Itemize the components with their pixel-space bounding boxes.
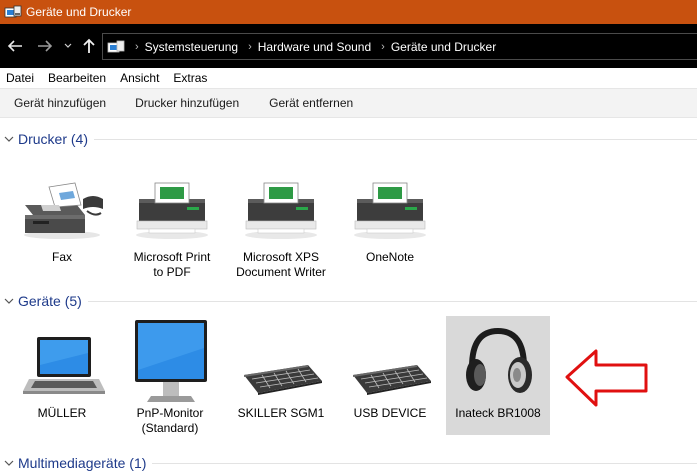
group-divider <box>152 462 697 464</box>
device-label: PnP-Monitor (Standard) <box>136 406 204 435</box>
navigation-bar: › Systemsteuerung › Hardware und Sound ›… <box>0 24 697 68</box>
address-bar[interactable]: › Systemsteuerung › Hardware und Sound ›… <box>102 33 697 60</box>
breadcrumb-separator-icon: › <box>248 40 252 53</box>
add-printer-button[interactable]: Drucker hinzufügen <box>135 96 239 110</box>
title-bar: Geräte und Drucker <box>0 0 697 24</box>
device-label: USB DEVICE <box>353 406 427 420</box>
breadcrumb-separator-icon: › <box>381 40 385 53</box>
printer-icon <box>120 162 224 250</box>
group-divider <box>94 138 697 140</box>
back-arrow-icon[interactable] <box>6 38 24 54</box>
device-onenote[interactable]: OneNote <box>338 162 442 265</box>
device-label: Microsoft Print to PDF <box>133 250 211 279</box>
printer-icon <box>338 162 442 250</box>
group-header-printers[interactable]: Drucker (4) <box>0 129 697 149</box>
menu-ansicht[interactable]: Ansicht <box>120 71 159 85</box>
device-label: Fax <box>51 250 72 264</box>
device-fax[interactable]: Fax <box>10 162 114 265</box>
control-panel-icon <box>107 39 125 55</box>
window-title: Geräte und Drucker <box>26 5 132 19</box>
recent-locations-chevron-icon[interactable] <box>63 40 73 52</box>
breadcrumb-systemsteuerung[interactable]: Systemsteuerung <box>145 40 238 54</box>
breadcrumb-devices-printers[interactable]: Geräte und Drucker <box>391 40 496 54</box>
breadcrumb-separator-icon: › <box>135 40 139 53</box>
device-label: MÜLLER <box>37 406 87 420</box>
menu-bearbeiten[interactable]: Bearbeiten <box>48 71 106 85</box>
device-usb-device[interactable]: USB DEVICE <box>338 318 442 421</box>
menu-extras[interactable]: Extras <box>173 71 207 85</box>
device-label: Inateck BR1008 <box>455 406 541 420</box>
device-mueller[interactable]: MÜLLER <box>10 318 114 421</box>
command-bar: Gerät hinzufügen Drucker hinzufügen Gerä… <box>0 88 697 118</box>
breadcrumb-hardware-sound[interactable]: Hardware und Sound <box>258 40 371 54</box>
group-title-devices: Geräte (5) <box>18 293 82 309</box>
device-inateck-br1008[interactable]: Inateck BR1008 <box>446 316 550 435</box>
device-label: OneNote <box>365 250 415 264</box>
device-pnp-monitor[interactable]: PnP-Monitor (Standard) <box>118 318 222 436</box>
collapse-chevron-icon[interactable] <box>4 133 16 145</box>
group-header-devices[interactable]: Geräte (5) <box>0 291 697 311</box>
annotation-arrow-icon <box>564 349 650 412</box>
device-microsoft-xps-document-writer[interactable]: Microsoft XPS Document Writer <box>229 162 333 280</box>
group-title-printers: Drucker (4) <box>18 131 89 147</box>
headphones-icon <box>446 316 550 406</box>
device-microsoft-print-to-pdf[interactable]: Microsoft Print to PDF <box>120 162 224 280</box>
laptop-icon <box>10 318 114 406</box>
menu-datei[interactable]: Datei <box>6 71 34 85</box>
printer-icon <box>229 162 333 250</box>
group-header-multimedia[interactable]: Multimediageräte (1) <box>0 453 697 473</box>
keyboard-icon <box>338 318 442 406</box>
group-title-multimedia: Multimediageräte (1) <box>18 455 147 471</box>
device-label: Microsoft XPS Document Writer <box>236 250 326 279</box>
collapse-chevron-icon[interactable] <box>4 457 16 469</box>
devices-printers-icon <box>4 4 22 20</box>
menu-bar: Datei Bearbeiten Ansicht Extras <box>0 68 697 88</box>
device-label: SKILLER SGM1 <box>237 406 325 420</box>
add-device-button[interactable]: Gerät hinzufügen <box>14 96 106 110</box>
forward-arrow-icon[interactable] <box>36 38 54 54</box>
remove-device-button[interactable]: Gerät entfernen <box>269 96 353 110</box>
keyboard-icon <box>229 318 333 406</box>
up-arrow-icon[interactable] <box>82 37 96 55</box>
device-skiller-sgm1[interactable]: SKILLER SGM1 <box>229 318 333 421</box>
group-divider <box>87 300 697 302</box>
monitor-icon <box>118 318 222 406</box>
collapse-chevron-icon[interactable] <box>4 295 16 307</box>
fax-icon <box>10 162 114 250</box>
